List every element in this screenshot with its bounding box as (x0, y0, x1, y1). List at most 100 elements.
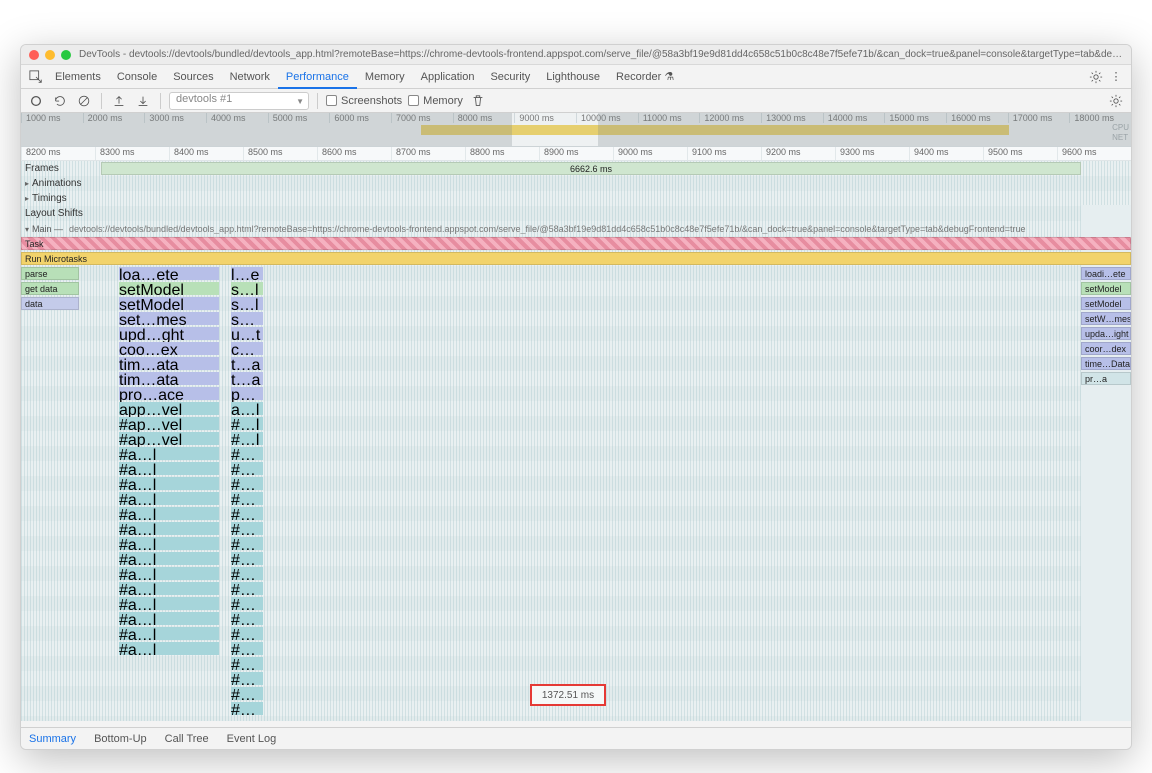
flame-bar[interactable]: #a…l (119, 642, 219, 655)
flame-bar[interactable]: #… (231, 462, 263, 475)
details-tab-summary[interactable]: Summary (29, 733, 76, 745)
flame-bar-right[interactable]: upda…ight (1081, 327, 1131, 340)
frame-bar[interactable]: 6662.6 ms (101, 162, 1081, 175)
flame-bar[interactable]: coo…ex (119, 342, 219, 355)
flame-bar[interactable]: p… (231, 387, 263, 400)
flame-bar[interactable]: #… (231, 507, 263, 520)
screenshots-checkbox[interactable]: Screenshots (326, 95, 402, 107)
panel-tab-lighthouse[interactable]: Lighthouse (538, 67, 608, 87)
panel-tab-recorder-[interactable]: Recorder ⚗ (608, 67, 682, 87)
flamechart[interactable]: Frames 6662.6 ms Animations Timings Layo… (21, 161, 1131, 721)
flame-bar[interactable]: #a…l (119, 447, 219, 460)
flame-bar[interactable]: #…l (231, 417, 263, 430)
panel-tab-security[interactable]: Security (482, 67, 538, 87)
flame-bar[interactable]: t…a (231, 357, 263, 370)
reload-icon[interactable] (51, 92, 69, 110)
track-layout-shifts[interactable]: Layout Shifts (21, 206, 1131, 221)
flame-bar-right[interactable]: loadi…ete (1081, 267, 1131, 280)
flame-bar[interactable]: #… (231, 522, 263, 535)
flame-bar[interactable]: #a…l (119, 462, 219, 475)
details-tab-call-tree[interactable]: Call Tree (165, 733, 209, 745)
flame-bar-right[interactable]: setModel (1081, 282, 1131, 295)
details-tab-bottom-up[interactable]: Bottom-Up (94, 733, 147, 745)
flame-bar-right[interactable]: setW…mes (1081, 312, 1131, 325)
flame-row[interactable]: Task (21, 236, 1131, 251)
flame-bar[interactable]: #… (231, 642, 263, 655)
flame-bar[interactable]: #… (231, 672, 263, 685)
panel-tab-elements[interactable]: Elements (47, 67, 109, 87)
zoom-icon[interactable] (61, 50, 71, 60)
flame-bar[interactable]: #… (231, 582, 263, 595)
record-icon[interactable] (27, 92, 45, 110)
track-animations[interactable]: Animations (21, 176, 1131, 191)
details-tab-event-log[interactable]: Event Log (227, 733, 277, 745)
flame-bar[interactable]: data (21, 297, 79, 310)
flame-bar[interactable]: #… (231, 537, 263, 550)
flame-bar[interactable]: #… (231, 477, 263, 490)
flame-bar-right[interactable]: setModel (1081, 297, 1131, 310)
panel-tab-performance[interactable]: Performance (278, 67, 357, 89)
flame-bar[interactable]: a…l (231, 402, 263, 415)
flame-bar[interactable]: #… (231, 627, 263, 640)
flame-bar[interactable]: #a…l (119, 537, 219, 550)
flame-bar[interactable]: upd…ght (119, 327, 219, 340)
flame-bar[interactable]: #… (231, 657, 263, 670)
flame-bar[interactable]: #ap…vel (119, 417, 219, 430)
flame-bar[interactable]: #a…l (119, 597, 219, 610)
more-icon[interactable]: ⋮ (1107, 68, 1125, 86)
flame-bar[interactable]: #… (231, 702, 263, 715)
flame-row[interactable]: Run Microtasks (21, 251, 1131, 266)
flame-bar[interactable]: #a…l (119, 507, 219, 520)
flame-bar[interactable]: #a…l (119, 582, 219, 595)
flame-bar[interactable]: tim…ata (119, 372, 219, 385)
clear-icon[interactable] (75, 92, 93, 110)
flame-bar[interactable]: parse (21, 267, 79, 280)
flame-bar[interactable]: t…a (231, 372, 263, 385)
flame-bar-right[interactable]: pr…a (1081, 372, 1131, 385)
flame-bar[interactable]: tim…ata (119, 357, 219, 370)
flame-bar[interactable]: loa…ete (119, 267, 219, 280)
flame-bar[interactable]: #a…l (119, 567, 219, 580)
upload-icon[interactable] (110, 92, 128, 110)
settings-gear-icon[interactable] (1087, 68, 1105, 86)
flame-bar[interactable]: #… (231, 597, 263, 610)
flame-bar[interactable]: setModel (119, 282, 219, 295)
panel-tab-memory[interactable]: Memory (357, 67, 413, 87)
minimize-icon[interactable] (45, 50, 55, 60)
inspect-icon[interactable] (27, 68, 45, 86)
trash-icon[interactable] (469, 92, 487, 110)
flame-bar[interactable]: #ap…vel (119, 432, 219, 445)
track-main[interactable]: Main — devtools://devtools/bundled/devto… (21, 221, 1131, 236)
close-icon[interactable] (29, 50, 39, 60)
flame-bar[interactable]: Task (21, 237, 1131, 250)
panel-tab-console[interactable]: Console (109, 67, 165, 87)
flame-bar[interactable]: s… (231, 312, 263, 325)
panel-tab-application[interactable]: Application (413, 67, 483, 87)
panel-tab-network[interactable]: Network (222, 67, 278, 87)
flame-bar[interactable]: set…mes (119, 312, 219, 325)
flame-bar[interactable]: app…vel (119, 402, 219, 415)
flame-bar[interactable]: #…l (231, 432, 263, 445)
flame-bar[interactable]: #a…l (119, 627, 219, 640)
flame-bar[interactable]: #… (231, 612, 263, 625)
flame-bar[interactable]: c… (231, 342, 263, 355)
flame-bar[interactable]: #a…l (119, 552, 219, 565)
memory-checkbox[interactable]: Memory (408, 95, 463, 107)
flame-bar[interactable]: #a…l (119, 492, 219, 505)
flame-bar[interactable]: s…l (231, 297, 263, 310)
flame-bar[interactable]: s…l (231, 282, 263, 295)
download-icon[interactable] (134, 92, 152, 110)
overview-strip[interactable]: 1000 ms2000 ms3000 ms4000 ms5000 ms6000 … (21, 113, 1131, 147)
flame-bar[interactable]: #… (231, 687, 263, 700)
detail-ruler[interactable]: 8200 ms8300 ms8400 ms8500 ms8600 ms8700 … (21, 147, 1131, 161)
flame-bar[interactable]: get data (21, 282, 79, 295)
recording-select[interactable]: devtools #1 ▼ (169, 92, 309, 110)
flame-bar[interactable]: pro…ace (119, 387, 219, 400)
flame-bar[interactable]: #a…l (119, 477, 219, 490)
flame-bar[interactable]: Run Microtasks (21, 252, 1131, 265)
flame-bar[interactable]: #… (231, 447, 263, 460)
flame-bar[interactable]: setModel (119, 297, 219, 310)
capture-settings-gear-icon[interactable] (1107, 92, 1125, 110)
panel-tab-sources[interactable]: Sources (165, 67, 221, 87)
track-frames[interactable]: Frames 6662.6 ms (21, 161, 1131, 176)
